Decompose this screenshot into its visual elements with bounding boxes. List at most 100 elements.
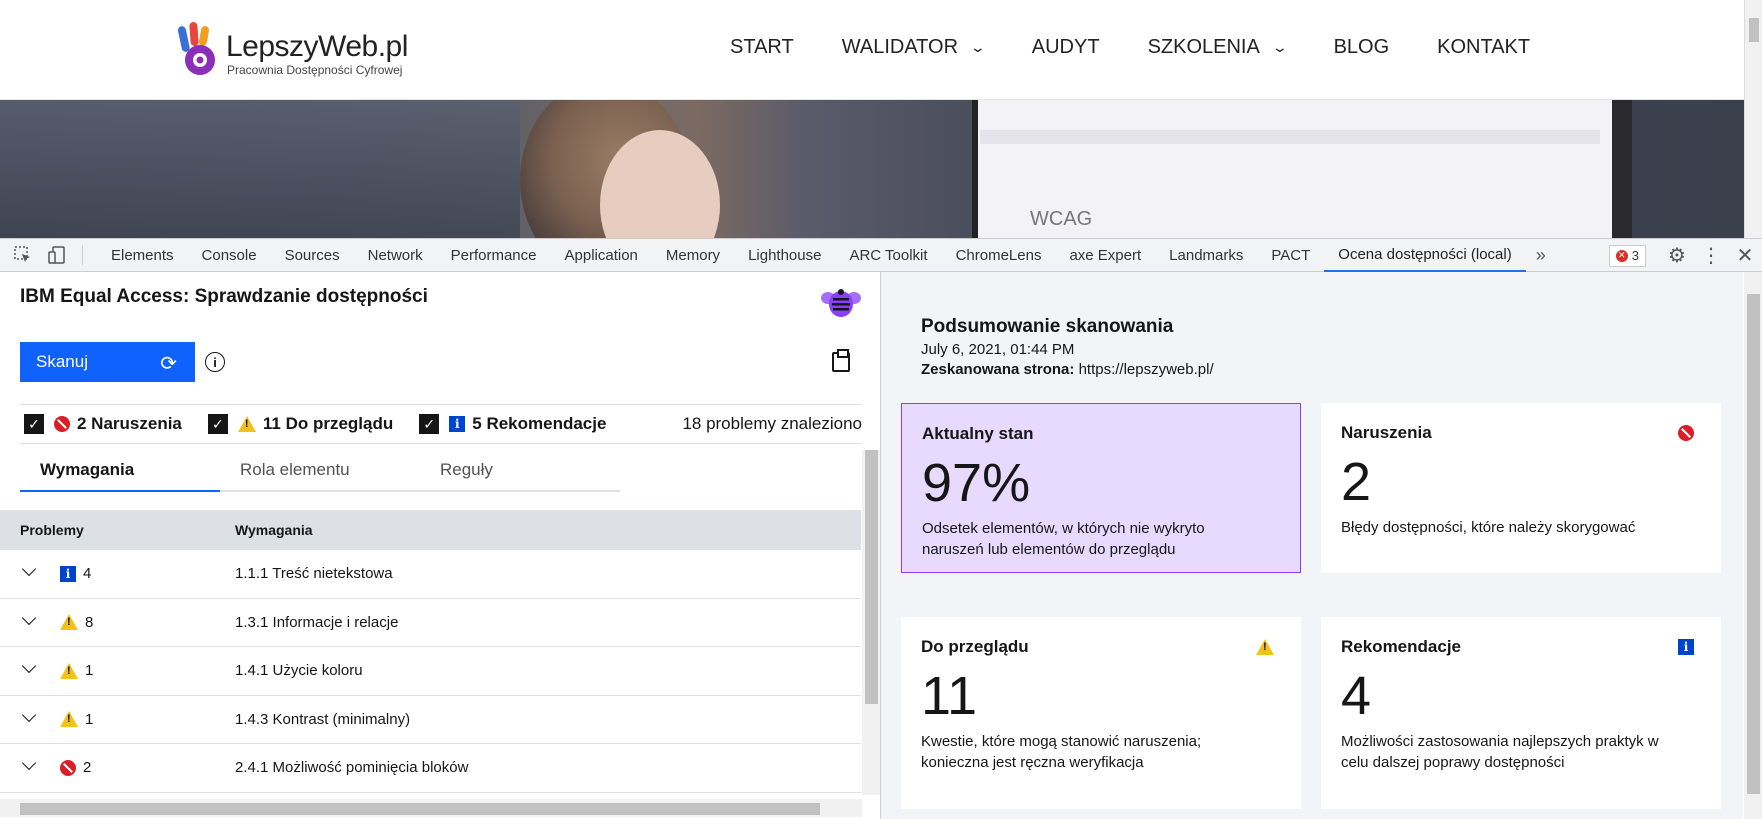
card-current-state: Aktualny stan 97% Odsetek elementów, w k… bbox=[901, 403, 1301, 573]
scanned-url: Zeskanowana strona: https://lepszyweb.pl… bbox=[921, 361, 1214, 378]
devtools-tab[interactable]: Landmarks bbox=[1155, 239, 1257, 272]
issue-count: 1 bbox=[60, 662, 93, 679]
nav-audyt[interactable]: AUDYT bbox=[1032, 36, 1100, 59]
device-toolbar-icon[interactable] bbox=[46, 244, 68, 266]
table-horizontal-scrollbar[interactable] bbox=[0, 799, 862, 817]
table-row[interactable]: 2 2.4.1 Możliwość pominięcia bloków bbox=[0, 744, 861, 793]
devtools-tab[interactable]: Lighthouse bbox=[734, 239, 835, 272]
checkbox-checked[interactable]: ✓ bbox=[207, 414, 228, 434]
issues-found-count: 18 problemy znaleziono bbox=[682, 414, 862, 433]
page-scrollbar[interactable] bbox=[1744, 0, 1762, 238]
chevron-down-icon[interactable] bbox=[21, 707, 37, 722]
chevron-down-icon[interactable] bbox=[21, 610, 37, 625]
hero-image: WCAG bbox=[0, 100, 1744, 238]
checkbox-checked[interactable]: ✓ bbox=[24, 414, 44, 434]
scan-date: July 6, 2021, 01:44 PM bbox=[921, 341, 1075, 358]
devtools-tab[interactable]: Sources bbox=[271, 239, 354, 272]
inspect-element-icon[interactable] bbox=[12, 244, 34, 266]
checkbox-checked[interactable]: ✓ bbox=[419, 414, 440, 434]
bee-logo-icon bbox=[821, 289, 861, 317]
summary-scrollbar[interactable] bbox=[1744, 272, 1762, 819]
checker-panel: IBM Equal Access: Sprawdzanie dostępnośc… bbox=[0, 272, 881, 819]
devtools-tab[interactable]: axe Expert bbox=[1055, 239, 1155, 272]
nav-walidator[interactable]: WALIDATOR ⌄ bbox=[842, 36, 986, 59]
devtools-tab-active[interactable]: Ocena dostępności (local) bbox=[1324, 239, 1526, 272]
nav-label: KONTAKT bbox=[1437, 36, 1531, 58]
card-description: Kwestie, które mogą stanowić naruszenia;… bbox=[921, 733, 1202, 771]
requirement-name: 1.4.1 Użycie koloru bbox=[235, 662, 363, 680]
tab-requirements[interactable]: Wymagania bbox=[20, 450, 220, 492]
warning-icon bbox=[60, 662, 78, 679]
table-row[interactable]: i4 1.1.1 Treść nietekstowa bbox=[0, 550, 861, 599]
tab-element-role[interactable]: Rola elementu bbox=[220, 450, 420, 492]
devtools-tab[interactable]: Performance bbox=[437, 239, 551, 272]
devtools-tab[interactable]: Application bbox=[551, 239, 652, 272]
scrollbar-thumb[interactable] bbox=[865, 450, 878, 704]
issue-count-value: 1 bbox=[85, 662, 94, 680]
nav-kontakt[interactable]: KONTAKT bbox=[1437, 36, 1530, 59]
warning-icon bbox=[60, 614, 78, 631]
devtools-tab[interactable]: Network bbox=[354, 239, 437, 272]
issue-count-value: 1 bbox=[85, 710, 94, 728]
filter-violations[interactable]: ✓ 2 Naruszenia bbox=[20, 414, 182, 434]
close-icon[interactable]: ✕ bbox=[1728, 243, 1762, 268]
error-icon: ✕ bbox=[1615, 249, 1628, 262]
settings-gear-icon[interactable]: ⚙ bbox=[1660, 243, 1694, 268]
issues-table: i4 1.1.1 Treść nietekstowa 8 1.3.1 Infor… bbox=[0, 550, 861, 793]
chevron-down-icon[interactable]: ⌄ bbox=[1271, 39, 1287, 56]
chevron-down-icon[interactable] bbox=[21, 755, 37, 771]
more-tabs-icon[interactable]: » bbox=[1526, 245, 1556, 266]
hero-background bbox=[0, 100, 520, 238]
chevron-down-icon[interactable] bbox=[21, 561, 37, 577]
issue-count-value: 8 bbox=[85, 613, 94, 631]
tab-rules[interactable]: Reguły bbox=[420, 450, 620, 492]
site-logo[interactable]: LepszyWeb.pl Pracownia Dostępności Cyfro… bbox=[176, 20, 416, 80]
nav-label: SZKOLENIA bbox=[1147, 36, 1260, 58]
table-row[interactable]: 8 1.3.1 Informacje i relacje bbox=[0, 599, 861, 647]
scrollbar-thumb[interactable] bbox=[1747, 294, 1760, 794]
nav-start[interactable]: START bbox=[730, 36, 794, 59]
requirement-name: 2.4.1 Możliwość pominięcia bloków bbox=[235, 759, 469, 777]
scan-button[interactable]: Skanuj ⟳ bbox=[20, 342, 195, 382]
scan-button-label: Skanuj bbox=[36, 352, 88, 371]
view-tabs: Wymagania Rola elementu Reguły bbox=[20, 450, 620, 492]
devtools-tab[interactable]: PACT bbox=[1257, 239, 1324, 272]
info-icon[interactable]: i bbox=[205, 352, 225, 372]
toolbar-divider bbox=[82, 245, 83, 265]
devtools-tab[interactable]: Console bbox=[188, 239, 271, 272]
column-header-issues: Problemy bbox=[20, 522, 84, 538]
kebab-menu-icon[interactable]: ⋮ bbox=[1694, 243, 1728, 268]
table-vertical-scrollbar[interactable] bbox=[862, 450, 880, 795]
scrollbar-thumb[interactable] bbox=[20, 803, 820, 815]
table-header: Problemy Wymagania bbox=[0, 510, 861, 550]
filter-recommendations[interactable]: ✓ i 5 Rekomendacje bbox=[415, 414, 606, 434]
devtools-tab[interactable]: Elements bbox=[97, 239, 188, 272]
devtools-tab[interactable]: Memory bbox=[652, 239, 734, 272]
card-recommendations: Rekomendacje i 4 Możliwości zastosowania… bbox=[1321, 617, 1721, 809]
card-title: Rekomendacje bbox=[1341, 637, 1461, 656]
logo-tagline: Pracownia Dostępności Cyfrowej bbox=[227, 63, 403, 77]
nav-blog[interactable]: BLOG bbox=[1334, 36, 1390, 59]
nav-szkolenia[interactable]: SZKOLENIA ⌄ bbox=[1147, 36, 1288, 59]
devtools-tab[interactable]: ARC Toolkit bbox=[835, 239, 941, 272]
issue-count-value: 2 bbox=[83, 759, 92, 777]
table-row[interactable]: 1 1.4.1 Użycie koloru bbox=[0, 647, 861, 696]
nav-label: AUDYT bbox=[1031, 36, 1100, 58]
violation-icon bbox=[60, 759, 76, 776]
recommendation-icon: i bbox=[1678, 639, 1694, 655]
issue-count: 1 bbox=[60, 711, 93, 728]
scanned-url-value: https://lepszyweb.pl/ bbox=[1078, 361, 1214, 378]
devtools-tab[interactable]: ChromeLens bbox=[942, 239, 1056, 272]
column-header-requirements: Wymagania bbox=[235, 522, 313, 538]
table-row[interactable]: 1 1.4.3 Kontrast (minimalny) bbox=[0, 696, 861, 744]
chevron-down-icon[interactable] bbox=[21, 658, 37, 674]
error-count-badge[interactable]: ✕ 3 bbox=[1608, 244, 1646, 267]
issue-count: i4 bbox=[60, 565, 91, 582]
page-scrollbar-thumb[interactable] bbox=[1749, 18, 1759, 42]
error-count: 3 bbox=[1631, 248, 1639, 263]
chevron-down-icon[interactable]: ⌄ bbox=[970, 39, 986, 56]
filter-review[interactable]: ✓ 11 Do przeglądu bbox=[204, 414, 393, 434]
requirement-name: 1.4.3 Kontrast (minimalny) bbox=[235, 710, 411, 728]
nav-label: START bbox=[730, 36, 794, 58]
clipboard-report-icon[interactable] bbox=[832, 349, 850, 372]
